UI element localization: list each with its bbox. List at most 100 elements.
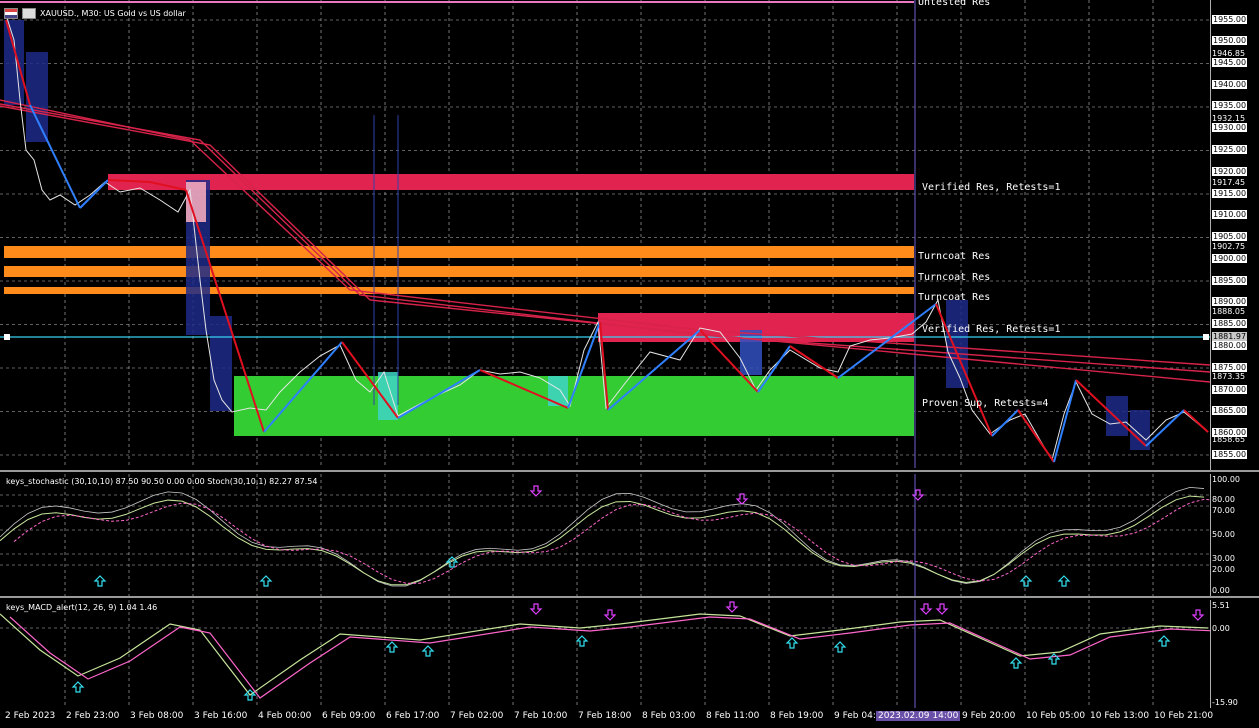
- zigzag-segment: [1145, 409, 1185, 447]
- stoch-level: 70.00: [1212, 506, 1235, 515]
- macd-level: 5.51: [1212, 601, 1230, 610]
- price-label: 1880.00: [1212, 341, 1248, 350]
- time-label: 10 Feb 21:00: [1154, 711, 1214, 721]
- macd-main-line: [0, 613, 1209, 696]
- bid-line-handle: [4, 334, 10, 340]
- stoch-level: 0.00: [1212, 586, 1230, 595]
- time-label: 7 Feb 10:00: [514, 711, 568, 721]
- stoch-level: 100.00: [1212, 475, 1240, 484]
- zone-label-untested-res: Untested Res: [918, 0, 991, 8]
- turncoat-res-zone-1: [4, 246, 914, 258]
- buy-arrow-icon: [71, 681, 85, 693]
- sell-arrow-icon: [935, 603, 949, 615]
- proven-sup-zone: [234, 376, 914, 436]
- price-label: 1935.00: [1212, 101, 1248, 110]
- buy-arrow-icon: [575, 635, 589, 647]
- macd-signal-line: [9, 616, 1210, 699]
- buy-arrow-icon: [833, 641, 847, 653]
- bid-line-handle: [1203, 334, 1209, 340]
- price-label: 1917.45: [1212, 178, 1246, 187]
- time-label: 8 Feb 11:00: [706, 711, 760, 721]
- stoch-raw-line: [0, 487, 1205, 587]
- stochastic-canvas[interactable]: [0, 474, 1210, 596]
- macd-axis[interactable]: [1210, 600, 1259, 708]
- time-label: 7 Feb 02:00: [450, 711, 504, 721]
- zigzag-segment: [991, 409, 1019, 437]
- zone-label-verified-res-1: Verified Res, Retests=1: [922, 182, 1061, 193]
- symbol-title: XAUUSD., M30: US Gold vs US dollar: [40, 8, 186, 18]
- sell-arrow-icon: [1191, 609, 1205, 621]
- pane-separator[interactable]: [0, 470, 1259, 472]
- stoch-level: 50.00: [1212, 530, 1235, 539]
- price-label: 1900.00: [1212, 254, 1248, 263]
- time-label: 3 Feb 16:00: [194, 711, 248, 721]
- price-label: 1946.85: [1212, 49, 1246, 58]
- time-label: 6 Feb 09:00: [322, 711, 376, 721]
- time-label: 10 Feb 13:00: [1090, 711, 1150, 721]
- untested-res-zone: [0, 1, 914, 3]
- time-label: 2 Feb 2023: [5, 711, 56, 721]
- zone-label-turncoat-res-1: Turncoat Res: [918, 251, 991, 262]
- buy-arrow-icon: [421, 645, 435, 657]
- price-label: 1945.00: [1212, 58, 1248, 67]
- turncoat-res-zone-3: [4, 287, 914, 294]
- price-label: 1910.00: [1212, 210, 1248, 219]
- stoch-signal-line: [13, 498, 1210, 584]
- zigzag-segment: [1183, 409, 1209, 433]
- price-label: 1895.00: [1212, 276, 1248, 285]
- macd-canvas[interactable]: [0, 600, 1210, 708]
- sell-arrow-icon: [919, 603, 933, 615]
- price-label: 1888.05: [1212, 307, 1246, 316]
- sell-arrow-icon: [529, 603, 543, 615]
- zigzag-segment: [1053, 379, 1077, 463]
- chart-window[interactable]: XAUUSD., M30: US Gold vs US dollar Untes…: [0, 0, 1259, 728]
- highlight-box: [4, 20, 24, 105]
- macd-level: 0.00: [1212, 624, 1230, 633]
- buy-arrow-icon: [785, 637, 799, 649]
- price-label: 1955.00: [1212, 15, 1248, 24]
- zigzag-segment: [29, 104, 81, 209]
- price-label: 1890.00: [1212, 297, 1248, 306]
- price-label: 1870.00: [1212, 385, 1248, 394]
- time-label: 7 Feb 18:00: [578, 711, 632, 721]
- price-label: 1858.65: [1212, 435, 1246, 444]
- price-label: 1885.00: [1212, 319, 1248, 328]
- zone-label-turncoat-res-3: Turncoat Res: [918, 292, 991, 303]
- buy-arrow-icon: [385, 641, 399, 653]
- time-label: 9 Feb 04:: [834, 711, 876, 721]
- pane-separator[interactable]: [0, 596, 1259, 598]
- buy-arrow-icon: [1047, 653, 1061, 665]
- stoch-main-line: [0, 495, 1205, 586]
- symbol-bar: XAUUSD., M30: US Gold vs US dollar: [4, 6, 186, 20]
- time-label: 4 Feb 00:00: [258, 711, 312, 721]
- price-label: 1865.00: [1212, 406, 1248, 415]
- stochastic-pane[interactable]: [0, 474, 1210, 596]
- time-label: 10 Feb 05:00: [1026, 711, 1086, 721]
- stochastic-title: keys_stochastic (30,10,10) 87.50 90.50 0…: [6, 477, 318, 486]
- sell-arrow-icon: [735, 493, 749, 505]
- zigzag-segment: [1017, 409, 1055, 463]
- zone-label-turncoat-res-2: Turncoat Res: [918, 272, 991, 283]
- chart-menu-icon[interactable]: [4, 7, 18, 19]
- one-click-trading-icon[interactable]: [22, 7, 36, 19]
- buy-arrow-icon: [259, 575, 273, 587]
- macd-level: -15.90: [1212, 698, 1238, 707]
- price-label: 1855.00: [1212, 450, 1248, 459]
- buy-arrow-icon: [93, 575, 107, 587]
- buy-arrow-icon: [1009, 657, 1023, 669]
- highlight-box: [1106, 396, 1128, 436]
- price-label: 1940.00: [1212, 80, 1248, 89]
- zone-label-verified-res-2: Verified Res, Retests=1: [922, 324, 1061, 335]
- time-label: 6 Feb 17:00: [386, 711, 440, 721]
- zigzag-segment: [789, 345, 839, 379]
- zone-label-proven-sup: Proven Sup, Retests=4: [922, 398, 1049, 409]
- sell-arrow-icon: [725, 601, 739, 613]
- time-label: 8 Feb 19:00: [770, 711, 824, 721]
- price-label: 1873.35: [1212, 372, 1246, 381]
- price-label: 1950.00: [1212, 36, 1248, 45]
- current-price-label: 1881.97: [1212, 332, 1248, 341]
- price-label: 1875.00: [1212, 363, 1248, 372]
- price-label: 1930.00: [1212, 123, 1248, 132]
- sell-arrow-icon: [603, 609, 617, 621]
- macd-pane[interactable]: [0, 600, 1210, 708]
